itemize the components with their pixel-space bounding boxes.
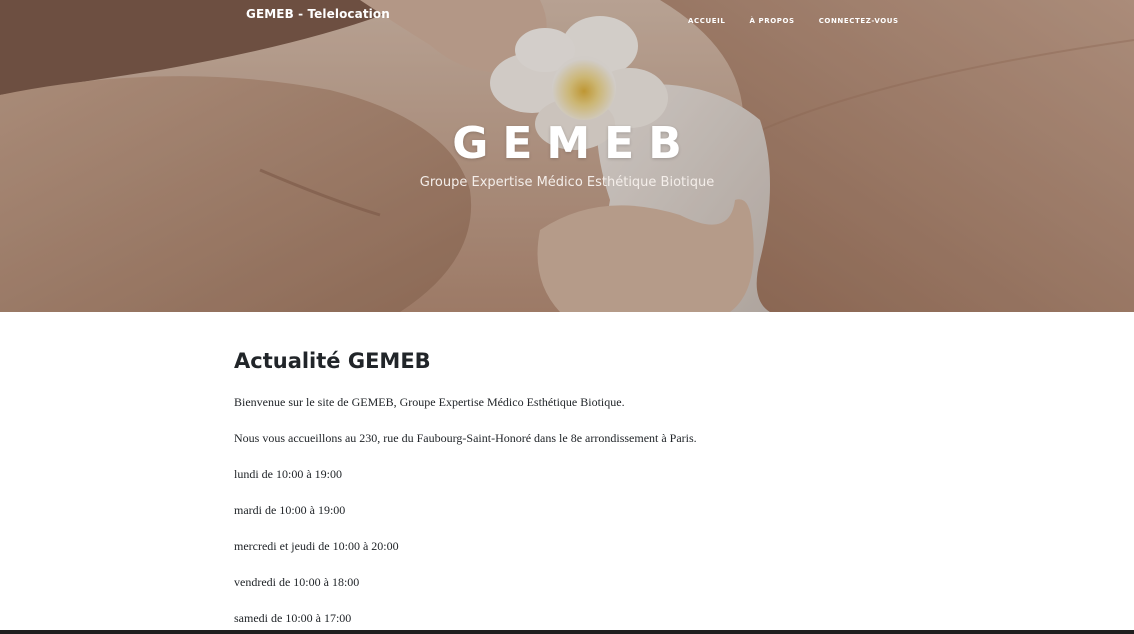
nav-item-connectez-vous: CONNECTEZ-VOUS xyxy=(819,10,923,28)
hero-subtitle: Groupe Expertise Médico Esthétique Bioti… xyxy=(419,175,715,190)
hours-tuesday: mardi de 10:00 à 19:00 xyxy=(234,503,346,517)
brand-link[interactable]: GEMEB - Telelocation xyxy=(246,7,390,21)
nav-item-accueil: ACCUEIL xyxy=(688,10,749,28)
top-navbar: GEMEB - Telelocation ACCUEIL À PROPOS CO… xyxy=(0,0,1134,30)
hero-heading: GEMEB Groupe Expertise Médico Esthétique… xyxy=(0,118,1134,190)
hours-friday: vendredi de 10:00 à 18:00 xyxy=(234,575,360,589)
hours-wednesday-thursday: mercredi et jeudi de 10:00 à 20:00 xyxy=(234,539,399,553)
nav-links: ACCUEIL À PROPOS CONNECTEZ-VOUS xyxy=(688,10,923,28)
hero-header: GEMEB - Telelocation ACCUEIL À PROPOS CO… xyxy=(0,0,1134,312)
nav-link-accueil[interactable]: ACCUEIL xyxy=(688,17,725,25)
welcome-paragraph: Bienvenue sur le site de GEMEB, Groupe E… xyxy=(234,395,625,409)
nav-link-connectez-vous[interactable]: CONNECTEZ-VOUS xyxy=(819,17,899,25)
bottom-edge-bar xyxy=(0,630,1134,634)
news-title: Actualité GEMEB xyxy=(234,349,431,373)
page: GEMEB - Telelocation ACCUEIL À PROPOS CO… xyxy=(0,0,1134,634)
main-content: Actualité GEMEB Bienvenue sur le site de… xyxy=(234,347,914,634)
address-paragraph: Nous vous accueillons au 230, rue du Fau… xyxy=(234,431,697,445)
hero-title: GEMEB xyxy=(452,118,696,169)
hours-saturday: samedi de 10:00 à 17:00 xyxy=(234,611,352,625)
nav-link-a-propos[interactable]: À PROPOS xyxy=(749,17,794,25)
hours-monday: lundi de 10:00 à 19:00 xyxy=(234,467,342,481)
nav-item-a-propos: À PROPOS xyxy=(749,10,818,28)
